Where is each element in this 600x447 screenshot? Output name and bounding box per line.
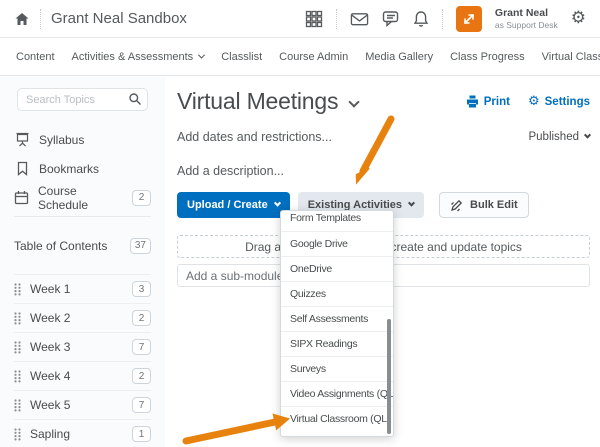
count-badge: 1 (132, 426, 151, 442)
main-content: Virtual Meetings Print ⚙ Settings Add da… (165, 76, 600, 447)
swap-arrows-icon (462, 12, 476, 26)
content-sidebar: Syllabus Bookmarks Course Schedule 2 Tab… (0, 76, 165, 447)
header-divider (336, 9, 337, 29)
sidebar-item-week-1[interactable]: Week 1 3 (14, 274, 151, 303)
count-badge: 7 (132, 339, 151, 355)
course-navbar: Content Activities & Assessments Classli… (0, 38, 600, 76)
settings-button[interactable]: ⚙ Settings (528, 95, 590, 108)
drag-handle-icon[interactable] (14, 428, 21, 441)
sidebar-item-course-schedule[interactable]: Course Schedule 2 (14, 183, 151, 212)
sidebar-item-week-3[interactable]: Week 3 7 (14, 332, 151, 361)
header-divider (40, 9, 41, 29)
drag-handle-icon[interactable] (14, 283, 21, 296)
waffle-menu-icon[interactable] (305, 10, 323, 28)
drag-handle-icon[interactable] (14, 399, 21, 412)
bookmark-icon (14, 161, 30, 176)
nav-item-classlist[interactable]: Classlist (221, 51, 262, 63)
pencil-edit-icon (450, 199, 463, 212)
drag-handle-icon[interactable] (14, 312, 21, 325)
page-title: Virtual Meetings (177, 88, 338, 115)
menu-item-quizzes[interactable]: Quizzes (281, 281, 393, 306)
projector-screen-icon (14, 132, 30, 147)
chevron-down-icon (198, 52, 205, 59)
module-list: Week 1 3 Week 2 2 Week 3 7 Week 4 2 Week… (14, 274, 151, 447)
sidebar-item-week-5[interactable]: Week 5 7 (14, 390, 151, 419)
chevron-down-icon (408, 199, 415, 206)
search-icon[interactable] (128, 92, 142, 106)
sidebar-item-sapling[interactable]: Sapling 1 (14, 419, 151, 447)
sidebar-item-week-2[interactable]: Week 2 2 (14, 303, 151, 332)
menu-item-self-assessments[interactable]: Self Assessments (281, 306, 393, 331)
nav-item-media-gallery[interactable]: Media Gallery (365, 51, 433, 63)
nav-item-class-progress[interactable]: Class Progress (450, 51, 525, 63)
menu-item-onedrive[interactable]: OneDrive (281, 256, 393, 281)
count-badge: 2 (132, 368, 151, 384)
chat-icon[interactable] (382, 10, 400, 27)
sidebar-item-label: Week 5 (30, 398, 70, 412)
user-name: Grant Neal (495, 7, 558, 20)
sidebar-item-label: Week 1 (30, 282, 70, 296)
count-badge: 3 (132, 281, 151, 297)
title-dropdown-chevron-icon[interactable] (349, 96, 360, 107)
sidebar-item-label: Week 4 (30, 369, 70, 383)
sidebar-item-week-4[interactable]: Week 4 2 (14, 361, 151, 390)
upload-create-button[interactable]: Upload / Create (177, 192, 290, 218)
drag-handle-icon[interactable] (14, 341, 21, 354)
menu-item-sipx-readings[interactable]: SIPX Readings (281, 331, 393, 356)
gear-icon: ⚙ (528, 95, 540, 108)
user-menu[interactable]: Grant Neal as Support Desk (495, 7, 558, 31)
count-badge: 2 (132, 310, 151, 326)
sidebar-item-table-of-contents[interactable]: Table of Contents 37 (14, 231, 151, 260)
chevron-down-icon (584, 131, 591, 138)
status-badge: Published (528, 131, 579, 143)
course-title[interactable]: Grant Neal Sandbox (51, 10, 187, 27)
sidebar-item-label: Bookmarks (39, 162, 99, 176)
role-switch-avatar[interactable] (456, 6, 482, 32)
nav-item-activities-assessments[interactable]: Activities & Assessments (72, 51, 205, 63)
home-icon[interactable] (14, 11, 30, 27)
existing-activities-menu: Form Templates Google Drive OneDrive Qui… (280, 210, 394, 437)
menu-scrollbar-thumb[interactable] (387, 319, 391, 434)
notifications-bell-icon[interactable] (413, 10, 429, 28)
user-role: as Support Desk (495, 20, 558, 31)
calendar-icon (14, 190, 29, 205)
nav-item-content[interactable]: Content (16, 51, 55, 63)
add-dates-restrictions-link[interactable]: Add dates and restrictions... (177, 130, 332, 144)
top-utility-bar: Grant Neal Sandbox (0, 0, 600, 38)
printer-icon (466, 95, 479, 108)
count-badge: 7 (132, 397, 151, 413)
nav-item-course-admin[interactable]: Course Admin (279, 51, 348, 63)
sidebar-item-label: Syllabus (39, 133, 84, 147)
count-badge: 2 (132, 190, 151, 206)
sidebar-item-syllabus[interactable]: Syllabus (14, 125, 151, 154)
sidebar-divider (14, 216, 151, 217)
table-of-contents-section: Table of Contents 37 (14, 231, 151, 260)
menu-item-form-templates[interactable]: Form Templates (281, 210, 393, 231)
drag-handle-icon[interactable] (14, 370, 21, 383)
add-description-link[interactable]: Add a description... (177, 164, 284, 178)
count-badge: 37 (130, 238, 151, 254)
sidebar-item-label: Sapling (30, 427, 70, 441)
sidebar-item-label: Table of Contents (14, 239, 107, 253)
sidebar-item-bookmarks[interactable]: Bookmarks (14, 154, 151, 183)
sidebar-item-label: Course Schedule (38, 184, 123, 212)
menu-item-google-drive[interactable]: Google Drive (281, 231, 393, 256)
print-button[interactable]: Print (466, 95, 510, 108)
email-icon[interactable] (350, 11, 369, 27)
sidebar-item-label: Week 2 (30, 311, 70, 325)
admin-gear-icon[interactable]: ⚙ (571, 10, 586, 27)
sidebar-links: Syllabus Bookmarks Course Schedule 2 (14, 125, 151, 212)
menu-item-virtual-classroom-ql[interactable]: Virtual Classroom (QL) (281, 406, 393, 431)
publish-status-dropdown[interactable]: Published (528, 131, 590, 143)
bulk-edit-button[interactable]: Bulk Edit (439, 192, 529, 218)
sidebar-item-label: Week 3 (30, 340, 70, 354)
menu-item-surveys[interactable]: Surveys (281, 356, 393, 381)
menu-item-video-assignments-ql[interactable]: Video Assignments (QL) (281, 381, 393, 406)
chevron-down-icon (274, 199, 281, 206)
header-divider (442, 9, 443, 29)
nav-item-virtual-classroom[interactable]: Virtual Classroom (542, 51, 600, 63)
